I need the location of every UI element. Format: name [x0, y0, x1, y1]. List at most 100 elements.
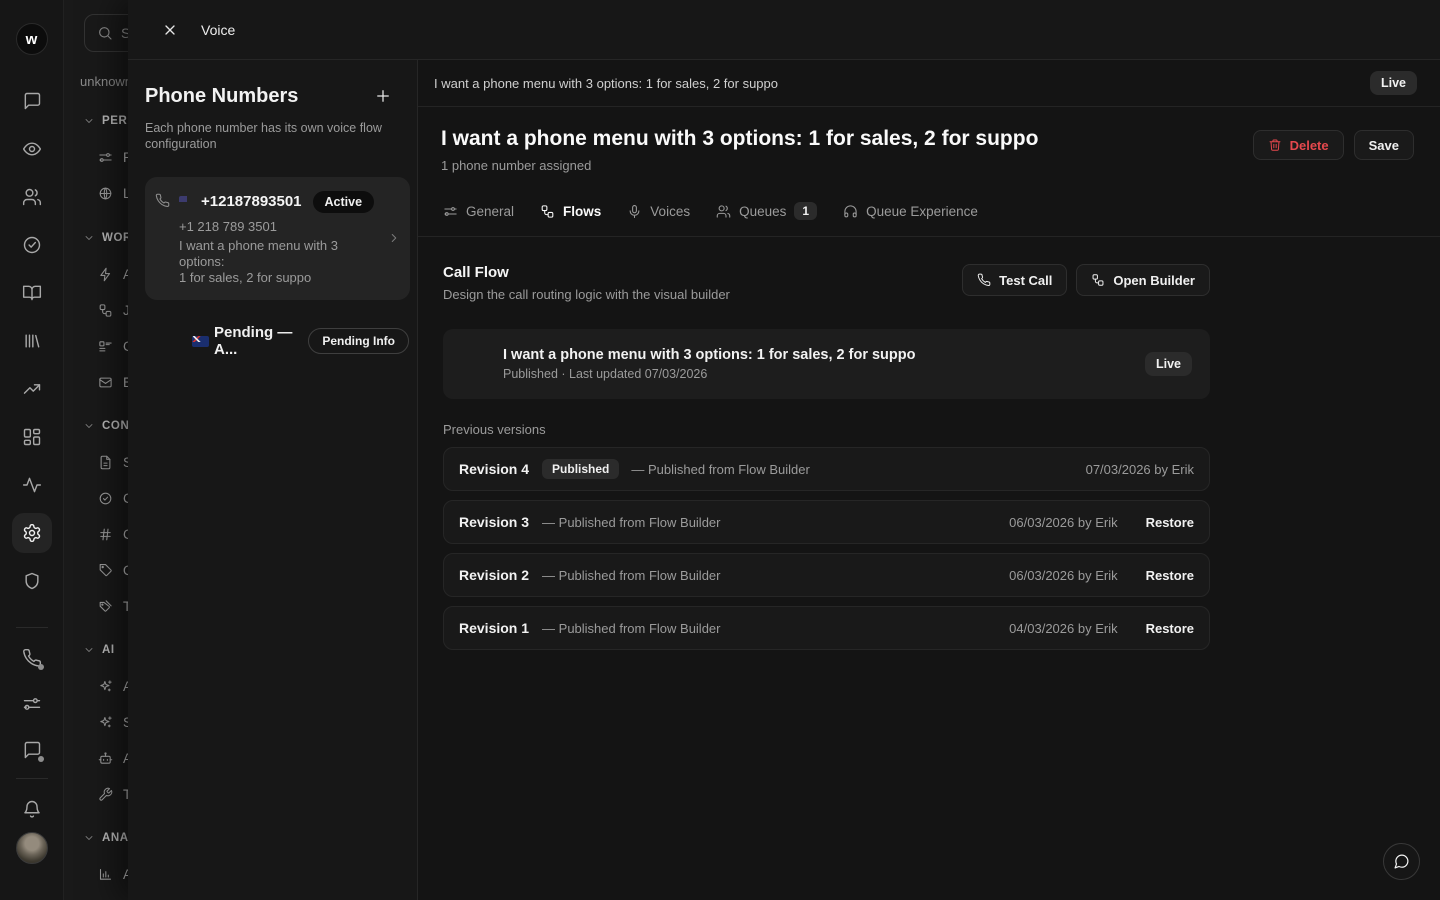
panel-description: Each phone number has its own voice flow… — [145, 120, 387, 153]
revision-date: 04/03/2026 by Erik — [1009, 621, 1117, 636]
tab-bar: General Flows Voices Queues 1 Queu — [418, 186, 1440, 237]
revision-name: Revision 4 — [459, 461, 529, 477]
app-logo[interactable]: w — [16, 23, 48, 55]
phone-number-pending-row[interactable]: Pending — A... Pending Info — [145, 324, 409, 358]
search-icon — [97, 25, 113, 41]
revision-name: Revision 2 — [459, 567, 529, 583]
notification-dot — [38, 664, 44, 670]
close-icon — [162, 22, 178, 38]
page-subtitle: 1 phone number assigned — [441, 158, 1038, 173]
tab-flows[interactable]: Flows — [540, 204, 601, 219]
detail-strip: I want a phone menu with 3 options: 1 fo… — [418, 60, 1440, 107]
user-avatar[interactable] — [16, 832, 48, 864]
section-label: PER — [102, 115, 127, 127]
add-phone-number-button[interactable] — [371, 84, 395, 108]
flows-tab-content: Call Flow Design the call routing logic … — [418, 237, 1210, 650]
check-circle-icon — [22, 235, 42, 255]
rail-book-button[interactable] — [12, 273, 52, 313]
pending-info-button[interactable]: Pending Info — [308, 328, 409, 354]
eye-icon — [22, 139, 42, 159]
chevron-down-icon — [83, 420, 95, 432]
chat-icon — [22, 91, 42, 111]
rail-trending-button[interactable] — [12, 369, 52, 409]
rail-check-circle-button[interactable] — [12, 225, 52, 265]
restore-button[interactable]: Restore — [1146, 515, 1194, 530]
phone-number: +12187893501 — [201, 193, 302, 210]
sliders-icon — [22, 694, 42, 714]
bar-chart-icon — [98, 867, 113, 882]
shield-icon — [22, 571, 42, 591]
rail-library-button[interactable] — [12, 321, 52, 361]
sparkles-icon — [98, 679, 113, 694]
workflow-icon — [98, 303, 113, 318]
layout-list-icon — [98, 339, 113, 354]
globe-icon — [98, 186, 113, 201]
rail-activity-button[interactable] — [12, 465, 52, 505]
dashboard-icon — [22, 427, 42, 447]
phone-flow-name: I want a phone menu with 3 options:1 for… — [179, 238, 384, 287]
tab-queue-experience[interactable]: Queue Experience — [843, 204, 978, 219]
file-icon — [98, 455, 113, 470]
tab-voices[interactable]: Voices — [627, 204, 690, 219]
hash-icon — [98, 527, 113, 542]
tab-queues[interactable]: Queues 1 — [716, 202, 817, 220]
status-badge: Active — [313, 191, 375, 213]
restore-button[interactable]: Restore — [1146, 621, 1194, 636]
sliders-icon — [443, 204, 458, 219]
au-flag-icon — [192, 336, 209, 347]
zap-icon — [98, 267, 113, 282]
library-icon — [22, 331, 42, 351]
section-label: AI — [102, 644, 115, 656]
detail-pane: I want a phone menu with 3 options: 1 fo… — [418, 60, 1440, 900]
headphones-icon — [843, 204, 858, 219]
save-button[interactable]: Save — [1354, 130, 1414, 160]
revision-note: — Published from Flow Builder — [542, 568, 1009, 583]
test-call-button[interactable]: Test Call — [962, 264, 1067, 296]
workflow-icon — [1091, 273, 1105, 287]
open-builder-button[interactable]: Open Builder — [1076, 264, 1210, 296]
live-badge: Live — [1145, 352, 1192, 376]
restore-button[interactable]: Restore — [1146, 568, 1194, 583]
revision-row: Revision 1 — Published from Flow Builder… — [443, 606, 1210, 650]
support-chat-button[interactable] — [1383, 843, 1420, 880]
settings-icon — [22, 523, 42, 543]
mail-icon — [98, 375, 113, 390]
flow-card-title: I want a phone menu with 3 options: 1 fo… — [503, 347, 1145, 363]
rail-shield-button[interactable] — [12, 561, 52, 601]
rail-eye-button[interactable] — [12, 129, 52, 169]
voice-sheet: Voice Phone Numbers Each phone number ha… — [128, 0, 1440, 900]
page-title: I want a phone menu with 3 options: 1 fo… — [441, 127, 1038, 151]
trash-icon — [1268, 138, 1282, 152]
call-flow-title: Call Flow — [443, 264, 730, 281]
revision-date: 06/03/2026 by Erik — [1009, 515, 1117, 530]
rail-bell-button[interactable] — [12, 789, 52, 829]
rail-chat-button[interactable] — [12, 81, 52, 121]
current-flow-card[interactable]: I want a phone menu with 3 options: 1 fo… — [443, 329, 1210, 399]
rail-phone-button[interactable] — [12, 638, 52, 678]
chevron-down-icon — [83, 232, 95, 244]
panel-title: Phone Numbers — [145, 85, 298, 108]
call-flow-subtitle: Design the call routing logic with the v… — [443, 287, 730, 302]
users-icon — [716, 204, 731, 219]
revision-name: Revision 1 — [459, 620, 529, 636]
phone-number-formatted: +1 218 789 3501 — [179, 219, 384, 234]
rail-sliders-button[interactable] — [12, 684, 52, 724]
trending-up-icon — [22, 379, 42, 399]
notification-dot — [38, 756, 44, 762]
phone-number-card-selected[interactable]: +12187893501 Active +1 218 789 3501 I wa… — [145, 177, 410, 301]
revision-list: Revision 4 Published — Published from Fl… — [443, 447, 1210, 650]
rail-settings-button[interactable] — [12, 513, 52, 553]
phone-icon — [977, 273, 991, 287]
revision-name: Revision 3 — [459, 514, 529, 530]
close-button[interactable] — [156, 16, 184, 44]
rail-dashboard-button[interactable] — [12, 417, 52, 457]
rail-users-button[interactable] — [12, 177, 52, 217]
strip-title: I want a phone menu with 3 options: 1 fo… — [434, 76, 1370, 91]
delete-button[interactable]: Delete — [1253, 130, 1344, 160]
tab-general[interactable]: General — [443, 204, 514, 219]
phone-icon — [155, 193, 170, 287]
rail-chat-alt-button[interactable] — [12, 730, 52, 770]
chevron-down-icon — [83, 644, 95, 656]
revision-date: 07/03/2026 by Erik — [1086, 462, 1194, 477]
previous-versions-heading: Previous versions — [443, 422, 1210, 437]
